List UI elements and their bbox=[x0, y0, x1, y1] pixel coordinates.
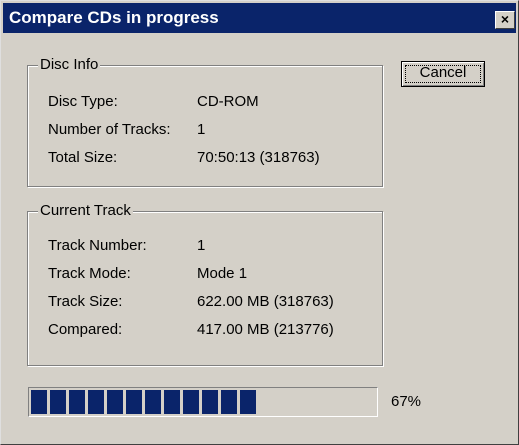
progress-block bbox=[88, 390, 104, 414]
close-button[interactable]: × bbox=[495, 11, 515, 29]
progress-block bbox=[126, 390, 142, 414]
track-number-label: Track Number: bbox=[48, 237, 147, 254]
number-of-tracks-label: Number of Tracks: bbox=[48, 121, 171, 138]
progress-block bbox=[202, 390, 218, 414]
current-track-legend: Current Track bbox=[38, 202, 133, 219]
compare-dialog: Compare CDs in progress × Disc Info Disc… bbox=[0, 0, 519, 445]
focus-rect bbox=[405, 65, 481, 83]
disc-type-label: Disc Type: bbox=[48, 93, 118, 110]
total-size-label: Total Size: bbox=[48, 149, 118, 166]
disc-info-legend: Disc Info bbox=[38, 56, 101, 73]
compared-value: 417.00 MB (213776) bbox=[197, 321, 334, 338]
track-size-value: 622.00 MB (318763) bbox=[197, 293, 334, 310]
window-title: Compare CDs in progress bbox=[9, 8, 219, 27]
track-mode-value: Mode 1 bbox=[197, 265, 248, 282]
track-mode-label: Track Mode: bbox=[48, 265, 131, 282]
cancel-button[interactable]: Cancel bbox=[401, 61, 485, 87]
number-of-tracks-value: 1 bbox=[197, 121, 206, 138]
progress-block bbox=[50, 390, 66, 414]
progress-percent: 67% bbox=[391, 393, 422, 410]
track-number-value: 1 bbox=[197, 237, 206, 254]
progress-block bbox=[183, 390, 199, 414]
progress-block bbox=[145, 390, 161, 414]
progress-block bbox=[69, 390, 85, 414]
compared-label: Compared: bbox=[48, 321, 123, 338]
progress-block bbox=[221, 390, 237, 414]
track-size-label: Track Size: bbox=[48, 293, 123, 310]
close-icon: × bbox=[500, 11, 510, 27]
progress-block bbox=[31, 390, 47, 414]
current-track-group: Current Track Track Number: 1 Track Mode… bbox=[27, 202, 383, 366]
disc-info-group: Disc Info Disc Type: CD-ROM Number of Tr… bbox=[27, 56, 383, 187]
total-size-value: 70:50:13 (318763) bbox=[197, 149, 320, 166]
progress-fill bbox=[31, 390, 256, 414]
progress-block bbox=[107, 390, 123, 414]
progress-block bbox=[240, 390, 256, 414]
progress-block bbox=[164, 390, 180, 414]
progress-bar bbox=[28, 387, 378, 417]
title-bar[interactable]: Compare CDs in progress × bbox=[3, 3, 516, 33]
disc-type-value: CD-ROM bbox=[197, 93, 259, 110]
